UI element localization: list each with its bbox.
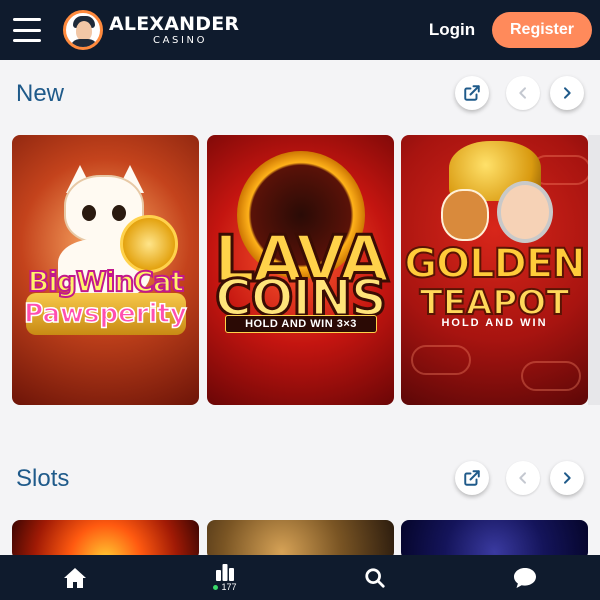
- game-card-slot-2[interactable]: [207, 520, 394, 560]
- chevron-right-icon: [564, 472, 571, 484]
- casino-logo[interactable]: ALEXANDER CASINO: [63, 10, 239, 50]
- nav-search[interactable]: [300, 555, 450, 600]
- online-counter: 177: [213, 582, 237, 592]
- section-title-slots: Slots: [16, 465, 70, 492]
- top-header: ALEXANDER CASINO Login Register: [0, 0, 600, 60]
- register-button[interactable]: Register: [492, 12, 592, 48]
- leaderboard-icon: [216, 564, 234, 581]
- game-card-slot-1[interactable]: [12, 520, 199, 560]
- bottom-navigation: 177: [0, 555, 600, 600]
- game-title-line1: BigWinCat: [27, 264, 185, 299]
- open-section-new-button[interactable]: [455, 76, 489, 110]
- logo-wordmark: ALEXANDER CASINO: [109, 12, 240, 46]
- game-title-line2: Pawsperity: [23, 298, 187, 330]
- prev-slots-button[interactable]: [506, 461, 540, 495]
- next-card-peek: [588, 135, 600, 405]
- online-count: 177: [221, 582, 237, 592]
- menu-icon[interactable]: [13, 18, 41, 42]
- section-title-new: New: [16, 80, 65, 107]
- next-new-button[interactable]: [550, 76, 584, 110]
- game-card-slot-3[interactable]: [401, 520, 588, 560]
- game-title-line1: GOLDEN: [403, 240, 586, 288]
- logo-subtitle: CASINO: [153, 34, 208, 46]
- next-slots-button[interactable]: [550, 461, 584, 495]
- open-section-slots-button[interactable]: [455, 461, 489, 495]
- nav-home[interactable]: [0, 555, 150, 600]
- chevron-left-icon: [519, 87, 526, 99]
- search-icon: [365, 567, 385, 588]
- game-card-golden-teapot[interactable]: GOLDEN TEAPOT HOLD AND WIN: [401, 135, 588, 405]
- chevron-left-icon: [519, 472, 526, 484]
- logo-name: ALEXANDER: [109, 12, 240, 35]
- chat-icon: [514, 567, 536, 588]
- logo-mascot-icon: [63, 10, 103, 50]
- game-tag: HOLD AND WIN 3×3: [225, 315, 377, 333]
- chevron-right-icon: [564, 87, 571, 99]
- nav-leaderboard[interactable]: 177: [150, 555, 300, 600]
- external-link-icon: [464, 470, 480, 486]
- grandma-illustration: [497, 181, 553, 243]
- game-card-lava-coins[interactable]: LAVA COINS HOLD AND WIN 3×3: [207, 135, 394, 405]
- nav-chat[interactable]: [450, 555, 600, 600]
- game-card-bigwincat[interactable]: BigWinCat Pawsperity: [12, 135, 199, 405]
- prev-new-button[interactable]: [506, 76, 540, 110]
- online-dot-icon: [213, 584, 219, 590]
- dog-illustration: [441, 189, 489, 241]
- login-button[interactable]: Login: [420, 16, 484, 44]
- game-tag: HOLD AND WIN: [441, 317, 548, 329]
- home-icon: [64, 567, 86, 588]
- external-link-icon: [464, 85, 480, 101]
